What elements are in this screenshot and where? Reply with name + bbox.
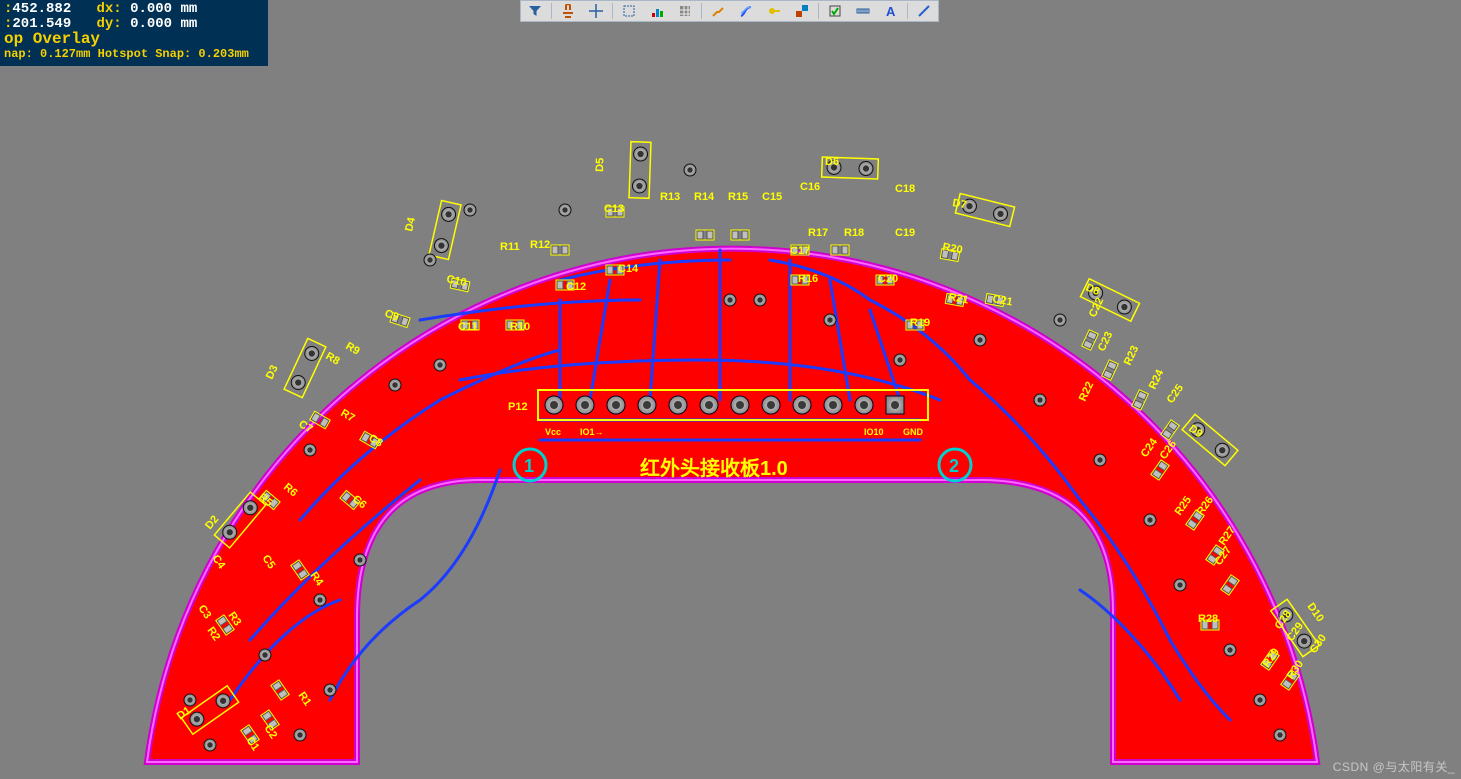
ref-C14: C14 bbox=[618, 263, 639, 275]
p12-ref: P12 bbox=[508, 401, 528, 413]
ref-D4: D4 bbox=[403, 215, 418, 232]
ref-R23: R23 bbox=[1122, 344, 1141, 367]
ref-C19: C19 bbox=[895, 227, 915, 239]
ref-C16: C16 bbox=[800, 181, 820, 193]
ref-R19: R19 bbox=[910, 317, 930, 329]
pcb-canvas[interactable]: P12 Vcc IO1→ IO10 GND 1 2 红外头接收板1.0 D1D2… bbox=[0, 0, 1461, 779]
ref-D5: D5 bbox=[594, 158, 606, 172]
board-outline bbox=[147, 249, 1317, 762]
ref-C13: C13 bbox=[604, 203, 624, 215]
ref-C20: C20 bbox=[878, 273, 898, 285]
ref-C18: C18 bbox=[895, 183, 915, 195]
ref-R24: R24 bbox=[1147, 367, 1167, 391]
ref-D10: D10 bbox=[1305, 601, 1326, 624]
ref-R28: R28 bbox=[1198, 613, 1218, 625]
watermark: CSDN @与太阳有关_ bbox=[1333, 758, 1455, 775]
p12-io10: IO10 bbox=[864, 427, 884, 437]
ref-R18: R18 bbox=[844, 227, 864, 239]
fiducial-1: 1 bbox=[524, 456, 534, 476]
ref-D7: D7 bbox=[951, 197, 967, 211]
p12-vcc: Vcc bbox=[545, 427, 561, 437]
p12-io1: IO1→ bbox=[580, 427, 604, 437]
ref-C23: C23 bbox=[1096, 330, 1115, 353]
ref-C17: C17 bbox=[790, 245, 810, 257]
ref-R10: R10 bbox=[510, 321, 530, 333]
ref-R8: R8 bbox=[324, 350, 342, 367]
board-title: 红外头接收板1.0 bbox=[640, 456, 788, 480]
ref-R13: R13 bbox=[660, 191, 680, 203]
ref-C21: C21 bbox=[991, 293, 1013, 308]
ref-R16: R16 bbox=[798, 273, 818, 285]
ref-D3: D3 bbox=[264, 363, 281, 381]
ref-R11: R11 bbox=[500, 241, 520, 253]
ref-R14: R14 bbox=[694, 191, 715, 203]
p12-gnd: GND bbox=[903, 427, 924, 437]
ref-D6: D6 bbox=[825, 156, 839, 168]
ref-C12: C12 bbox=[566, 281, 586, 293]
ref-C30: C30 bbox=[1308, 632, 1329, 655]
ref-C25: C25 bbox=[1165, 382, 1186, 405]
ref-C15: C15 bbox=[762, 191, 782, 203]
ref-C10: C10 bbox=[445, 273, 467, 289]
ref-R17: R17 bbox=[808, 227, 828, 239]
ref-R15: R15 bbox=[728, 191, 748, 203]
ref-R12: R12 bbox=[530, 239, 550, 251]
fiducial-2: 2 bbox=[949, 456, 959, 476]
ref-C11: C11 bbox=[458, 321, 478, 333]
ref-R9: R9 bbox=[344, 340, 362, 357]
